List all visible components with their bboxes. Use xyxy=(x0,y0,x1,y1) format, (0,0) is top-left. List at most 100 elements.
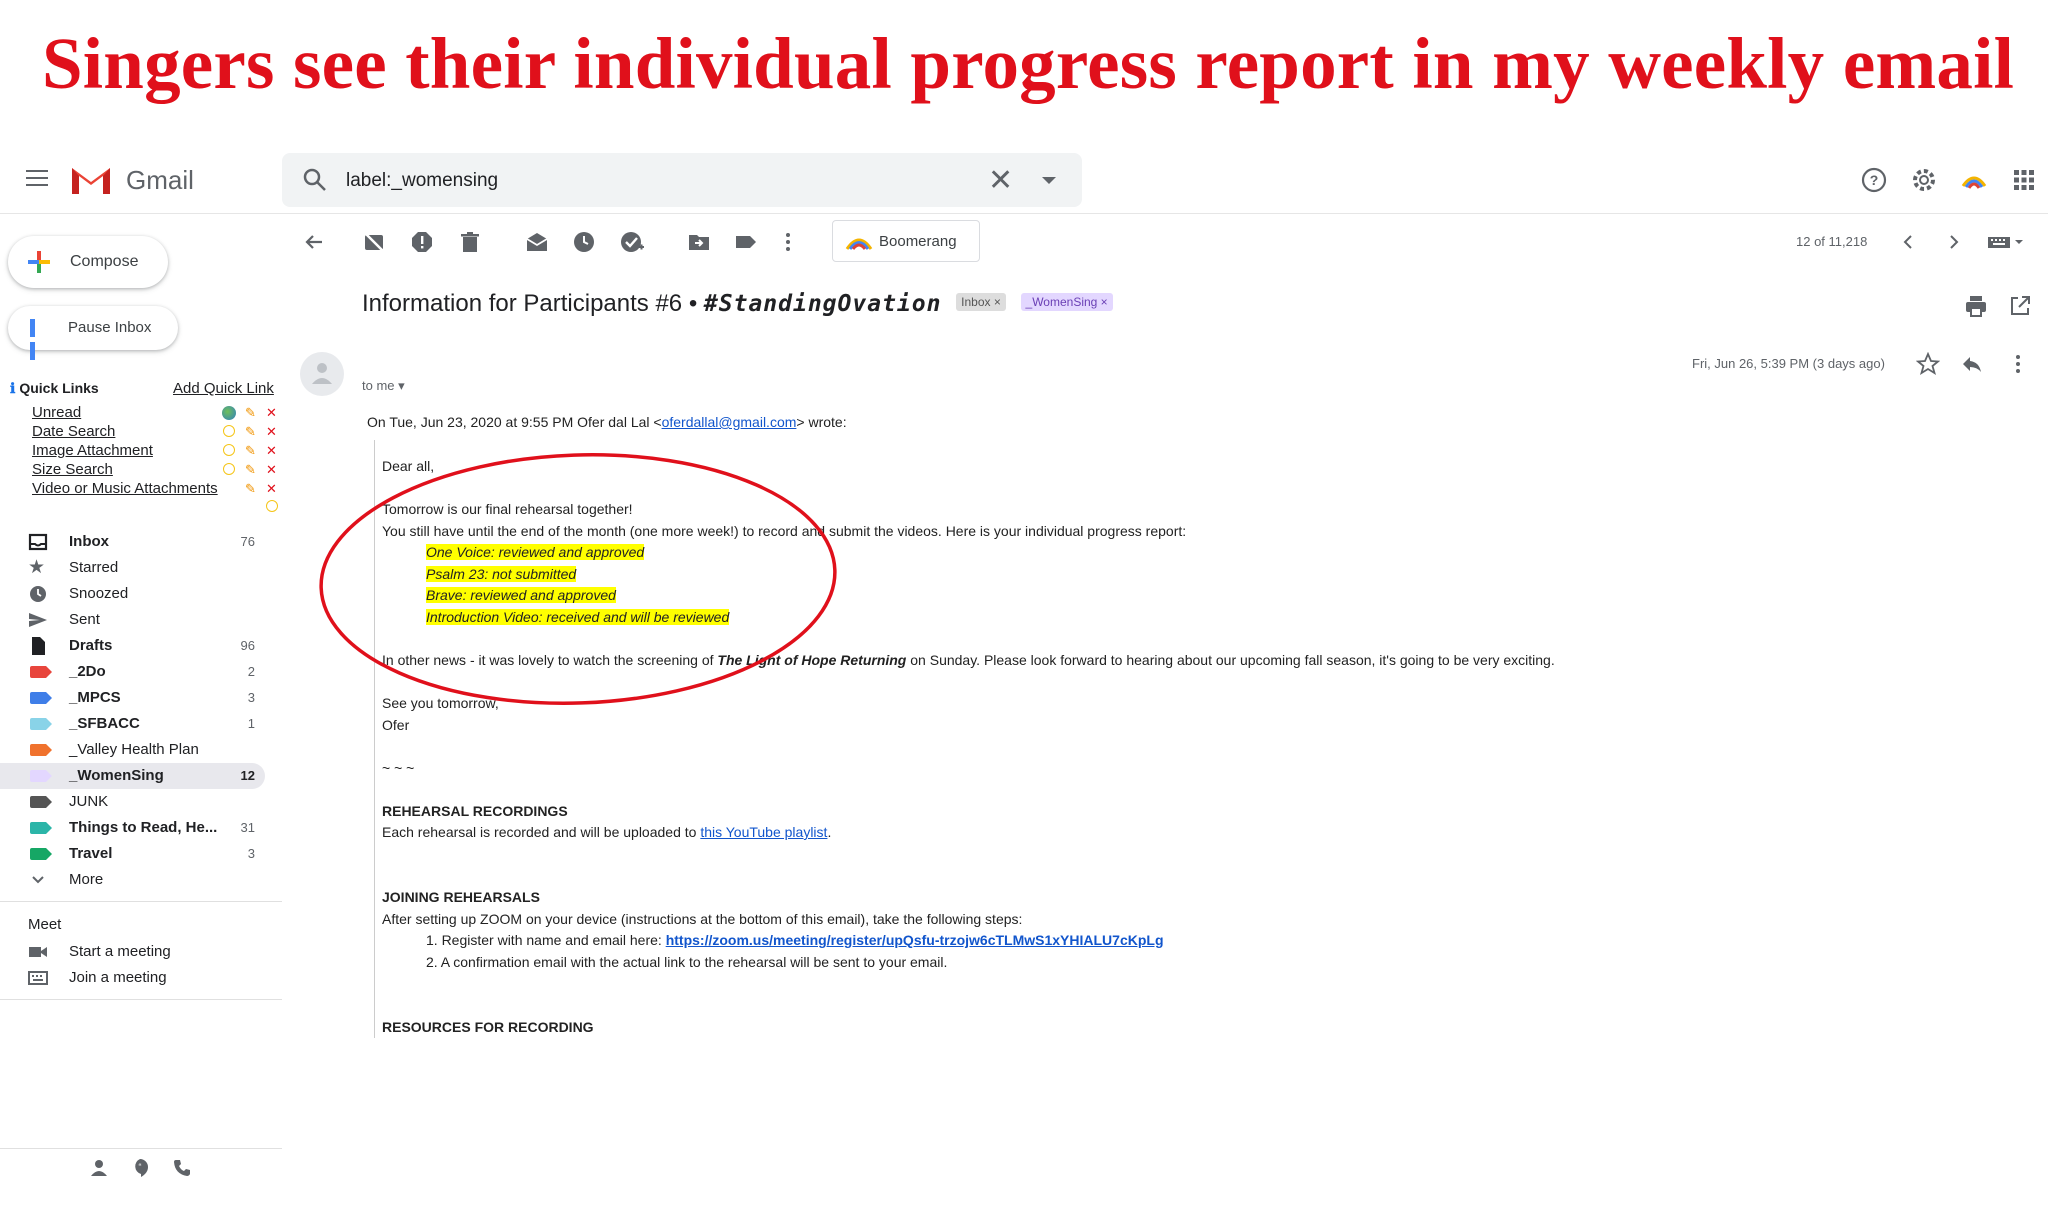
reply-icon[interactable] xyxy=(1960,352,1984,376)
sidebar-item-travel[interactable]: Travel 3 xyxy=(0,841,265,867)
label-icon[interactable] xyxy=(734,230,758,254)
delete-x-icon[interactable]: ✕ xyxy=(266,463,277,477)
email-date: Fri, Jun 26, 5:39 PM (3 days ago) xyxy=(1692,356,1885,371)
sidebar-item-sent[interactable]: Sent xyxy=(0,607,265,633)
back-arrow-icon[interactable] xyxy=(302,230,326,254)
unread-count: 2 xyxy=(247,664,255,679)
search-icon[interactable] xyxy=(302,167,328,193)
hangouts-icon[interactable]: “ xyxy=(130,1158,150,1178)
youtube-playlist-link[interactable]: this YouTube playlist xyxy=(700,824,827,840)
clear-search-icon[interactable]: ✕ xyxy=(988,163,1013,198)
sidebar-item-more[interactable]: More xyxy=(0,867,265,893)
sidebar-item-inbox[interactable]: Inbox 76 xyxy=(0,529,265,555)
delete-x-icon[interactable]: ✕ xyxy=(266,425,277,439)
open-new-window-icon[interactable] xyxy=(2008,294,2032,318)
sidebar-item-junk[interactable]: JUNK xyxy=(0,789,265,815)
sidebar-item-womensing[interactable]: _WomenSing 12 xyxy=(0,763,265,789)
email-subject: Information for Participants #6 • #Stand… xyxy=(362,290,1113,318)
compose-button[interactable]: Compose xyxy=(8,236,168,288)
move-to-folder-icon[interactable] xyxy=(687,230,711,254)
chevron-left-icon[interactable] xyxy=(1896,230,1920,254)
svg-text:?: ? xyxy=(1870,172,1879,188)
apps-grid-icon[interactable] xyxy=(2010,166,2038,194)
search-bar[interactable]: label:_womensing ✕ xyxy=(282,153,1082,207)
person-icon[interactable] xyxy=(89,1158,109,1178)
circle-icon[interactable] xyxy=(223,444,235,456)
unread-count: 31 xyxy=(240,820,255,835)
recipient-details-toggle[interactable]: to me ▾ xyxy=(362,378,405,394)
circle-icon[interactable] xyxy=(223,463,235,475)
person-icon xyxy=(312,363,332,384)
add-to-tasks-icon[interactable] xyxy=(620,230,644,254)
circle-icon[interactable] xyxy=(223,425,235,437)
sidebar-item-sfbacc[interactable]: _SFBACC 1 xyxy=(0,711,265,737)
join-meeting-label: Join a meeting xyxy=(69,969,167,986)
zoom-register-link[interactable]: https://zoom.us/meeting/register/upQsfu-… xyxy=(666,932,1164,948)
input-tools-keyboard-icon[interactable] xyxy=(1986,230,2026,254)
delete-x-icon[interactable]: ✕ xyxy=(266,482,277,496)
delete-x-icon[interactable]: ✕ xyxy=(266,406,277,420)
chevron-right-icon[interactable] xyxy=(1942,230,1966,254)
compose-plus-icon xyxy=(28,251,50,273)
quick-link-size-search[interactable]: Size Search xyxy=(32,461,113,478)
archive-off-icon[interactable] xyxy=(362,230,386,254)
edit-pencil-icon[interactable]: ✎ xyxy=(245,444,256,458)
report-spam-icon[interactable] xyxy=(410,230,434,254)
pause-inbox-button[interactable]: Pause Inbox xyxy=(8,306,178,360)
print-icon[interactable] xyxy=(1964,294,1988,318)
boomerang-rainbow-icon[interactable] xyxy=(1960,166,1988,194)
join-meeting-link[interactable]: Join a meeting xyxy=(0,965,265,991)
main-menu-icon[interactable] xyxy=(26,170,48,188)
sidebar-item-label: Drafts xyxy=(69,637,113,654)
phone-icon[interactable] xyxy=(172,1158,192,1178)
star-outline-icon[interactable] xyxy=(1916,352,1940,376)
boomerang-button[interactable]: Boomerang xyxy=(832,220,980,262)
edit-pencil-icon[interactable]: ✎ xyxy=(245,482,256,496)
quick-link-unread[interactable]: Unread xyxy=(32,404,81,421)
settings-gear-icon[interactable] xyxy=(1910,166,1938,194)
sidebar-item-things-to-read[interactable]: Things to Read, He... 31 xyxy=(0,815,265,841)
start-meeting-link[interactable]: Start a meeting xyxy=(0,939,265,965)
mark-unread-icon[interactable] xyxy=(525,230,549,254)
edit-pencil-icon[interactable]: ✎ xyxy=(245,425,256,439)
circle-icon[interactable] xyxy=(266,500,278,512)
label-tag-icon xyxy=(30,848,52,860)
tilde-separator: ~ ~ ~ xyxy=(382,760,415,776)
sender-email-link[interactable]: oferdallal@gmail.com xyxy=(662,414,797,430)
quoted-header: On Tue, Jun 23, 2020 at 9:55 PM Ofer dal… xyxy=(367,414,847,430)
delete-x-icon[interactable]: ✕ xyxy=(266,444,277,458)
help-icon[interactable]: ? xyxy=(1860,166,1888,194)
quick-link-video-music[interactable]: Video or Music Attachments xyxy=(32,480,218,497)
add-quick-link[interactable]: Add Quick Link xyxy=(173,380,274,397)
womensing-label-chip[interactable]: _WomenSing × xyxy=(1020,292,1113,311)
sidebar-item-drafts[interactable]: Drafts 96 xyxy=(0,633,265,659)
signoff-name: Ofer xyxy=(382,717,410,733)
inbox-label-chip[interactable]: Inbox × xyxy=(956,292,1006,311)
gmail-logo-icon[interactable] xyxy=(70,164,112,196)
sidebar-item-mpcs[interactable]: _MPCS 3 xyxy=(0,685,265,711)
more-vertical-icon[interactable] xyxy=(2006,352,2030,376)
quick-link-image-attachment[interactable]: Image Attachment xyxy=(32,442,153,459)
globe-icon[interactable] xyxy=(222,406,236,420)
more-vertical-icon[interactable] xyxy=(776,230,800,254)
sidebar-item-snoozed[interactable]: Snoozed xyxy=(0,581,265,607)
search-options-chevron-icon[interactable] xyxy=(1042,177,1056,184)
snooze-clock-icon[interactable] xyxy=(572,230,596,254)
body-line: Each rehearsal is recorded and will be u… xyxy=(382,824,831,840)
sidebar-item-valley-health-plan[interactable]: _Valley Health Plan xyxy=(0,737,265,763)
star-icon: ★ xyxy=(28,557,46,578)
chevron-down-icon xyxy=(32,876,44,884)
unread-count: 3 xyxy=(247,846,255,861)
quick-link-date-search[interactable]: Date Search xyxy=(32,423,115,440)
sidebar-item-starred[interactable]: ★ Starred xyxy=(0,555,265,581)
delete-trash-icon[interactable] xyxy=(458,230,482,254)
step-item: 1. Register with name and email here: ht… xyxy=(426,932,1164,948)
edit-pencil-icon[interactable]: ✎ xyxy=(245,463,256,477)
label-tag-icon xyxy=(30,692,52,704)
sidebar-item-label: _SFBACC xyxy=(69,715,140,732)
sidebar-item-2do[interactable]: _2Do 2 xyxy=(0,659,265,685)
edit-pencil-icon[interactable]: ✎ xyxy=(245,406,256,420)
sender-avatar[interactable] xyxy=(300,352,344,396)
divider xyxy=(0,1148,282,1149)
search-input[interactable]: label:_womensing xyxy=(346,170,498,192)
